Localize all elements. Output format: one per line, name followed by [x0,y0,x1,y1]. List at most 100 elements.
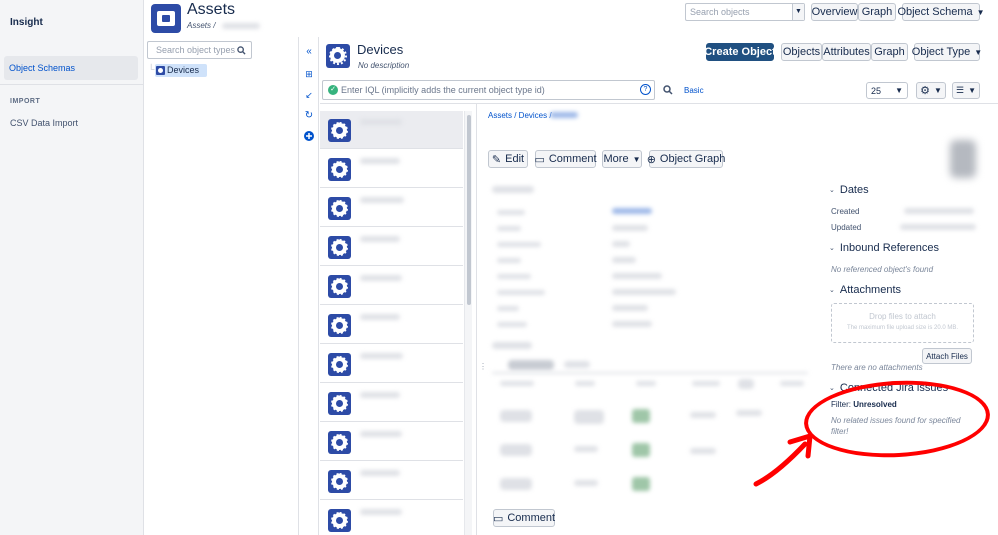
device-icon [328,353,351,376]
objects-button[interactable]: Objects [781,43,822,61]
device-icon [328,509,351,532]
object-type-title: Devices [357,42,404,57]
search-objects-input[interactable]: Search objects ▼ [685,3,805,21]
chevron-down-icon: ⌄ [829,287,835,294]
nav-item-object-schemas[interactable]: Object Schemas [4,56,138,80]
view-mode-dropdown[interactable]: ☰ ▼ [952,82,980,99]
graph-view-button[interactable]: Graph [871,43,908,61]
caret-down-icon: ▼ [974,47,983,57]
caret-down-icon: ▼ [895,86,903,95]
nav-divider [0,84,144,85]
caret-down-icon: ▼ [976,7,985,17]
object-schema-label: Object Schema [897,6,973,18]
tree-node-devices[interactable]: └ Devices [148,64,228,78]
device-icon [328,470,351,493]
list-item[interactable] [320,306,463,344]
search-icon[interactable] [663,85,673,95]
basic-mode-link[interactable]: Basic [684,86,704,95]
blurred-object-key [550,112,578,118]
device-icon [328,314,351,337]
object-schema-dropdown[interactable]: Object Schema ▼ [897,3,985,21]
assets-logo-icon [151,4,181,33]
search-icon [237,46,246,55]
attach-files-button[interactable]: Attach Files [922,348,972,364]
object-graph-button[interactable]: ⊕ Object Graph [646,150,726,168]
chevron-down-icon[interactable]: ▼ [792,4,804,20]
object-type-tree-panel [145,37,299,535]
chevron-down-icon: ⌄ [829,245,835,252]
nav-section-import: IMPORT [10,98,41,105]
graph-icon: ⊕ [646,153,656,166]
search-objects-placeholder: Search objects [690,7,750,17]
more-dropdown[interactable]: More ▼ [602,150,642,168]
settings-dropdown[interactable]: ⚙ ▼ [916,82,946,99]
collapse-panel-icon[interactable]: « [303,46,315,58]
list-item[interactable] [320,150,463,188]
tree-connector: └ [148,64,155,74]
add-object-type-icon[interactable] [303,131,315,143]
object-graph-label: Object Graph [659,153,726,165]
help-icon[interactable]: ? [640,84,651,95]
object-type-description: No description [358,61,410,70]
tree-node-label: Devices [167,65,200,75]
caret-down-icon: ▼ [632,154,641,164]
list-item[interactable] [320,501,463,535]
search-object-types-input[interactable]: Search object types [147,41,252,59]
list-item[interactable] [320,384,463,422]
caret-down-icon: ▼ [968,86,976,95]
object-type-dropdown[interactable]: Object Type ▼ [911,43,983,61]
tree-structure-icon[interactable]: ⊞ [303,68,315,80]
page-size-select[interactable]: 25 ▼ [866,82,908,99]
chevron-down-icon: ⌄ [829,187,835,194]
list-item[interactable] [320,267,463,305]
more-label: More [603,153,629,165]
updated-label: Updated [831,223,862,232]
page-size-value: 25 [871,85,882,96]
attributes-button[interactable]: Attributes [822,43,871,61]
edit-button[interactable]: ✎ Edit [488,150,528,168]
bottom-comment-button[interactable]: ▭ Comment [493,509,555,527]
caret-down-icon: ▼ [933,86,942,95]
list-item[interactable] [320,228,463,266]
bottom-comment-label: Comment [507,512,556,524]
nav-item-csv-import[interactable]: CSV Data Import [10,118,78,128]
comment-button[interactable]: ▭ Comment [534,150,597,168]
compress-icon[interactable]: ↙ [303,89,315,101]
dates-section-toggle[interactable]: ⌄ Dates [829,184,869,196]
device-icon [328,236,351,259]
blurred-section-heading [492,186,534,193]
pane-splitter[interactable] [476,104,477,535]
attachment-dropzone[interactable]: Drop files to attach The maximum file up… [831,303,974,343]
attachments-toggle[interactable]: ⌄ Attachments [829,284,901,296]
graph-button[interactable]: Graph [858,3,896,21]
inbound-references-toggle[interactable]: ⌄ Inbound References [829,242,939,254]
attachments-empty-text: There are no attachments [831,363,923,372]
breadcrumb-text[interactable]: Assets / [187,21,215,30]
chevron-down-icon: ⌄ [829,385,835,392]
device-type-icon [156,66,165,75]
list-view-icon: ☰ [956,85,965,95]
pencil-icon: ✎ [491,153,502,166]
drag-handle-icon[interactable]: ⋮ [479,362,487,371]
list-item[interactable] [320,345,463,383]
list-item[interactable] [320,111,463,149]
overview-button[interactable]: Overview [811,3,858,21]
object-avatar [950,140,976,178]
dropzone-limit: The maximum file upload size is 20.0 MB. [846,325,959,331]
app-title[interactable]: Insight [10,17,43,28]
create-object-button[interactable]: Create Object [704,43,776,61]
list-scrollbar[interactable] [464,111,472,535]
iql-input[interactable]: ✓ Enter IQL (implicitly adds the current… [322,80,655,100]
list-item[interactable] [320,423,463,461]
comment-label: Comment [548,153,597,165]
list-item[interactable] [320,189,463,227]
dropzone-text: Drop files to attach [869,312,936,321]
refresh-icon[interactable]: ↻ [303,110,315,122]
gear-icon: ⚙ [920,85,930,97]
object-type-label: Object Type [911,46,971,58]
inbound-heading: Inbound References [839,242,939,254]
object-breadcrumb[interactable]: Assets / Devices / [488,111,552,120]
blurred-schema-name [222,23,260,29]
inbound-empty-text: No referenced object's found [831,265,934,274]
list-item[interactable] [320,462,463,500]
